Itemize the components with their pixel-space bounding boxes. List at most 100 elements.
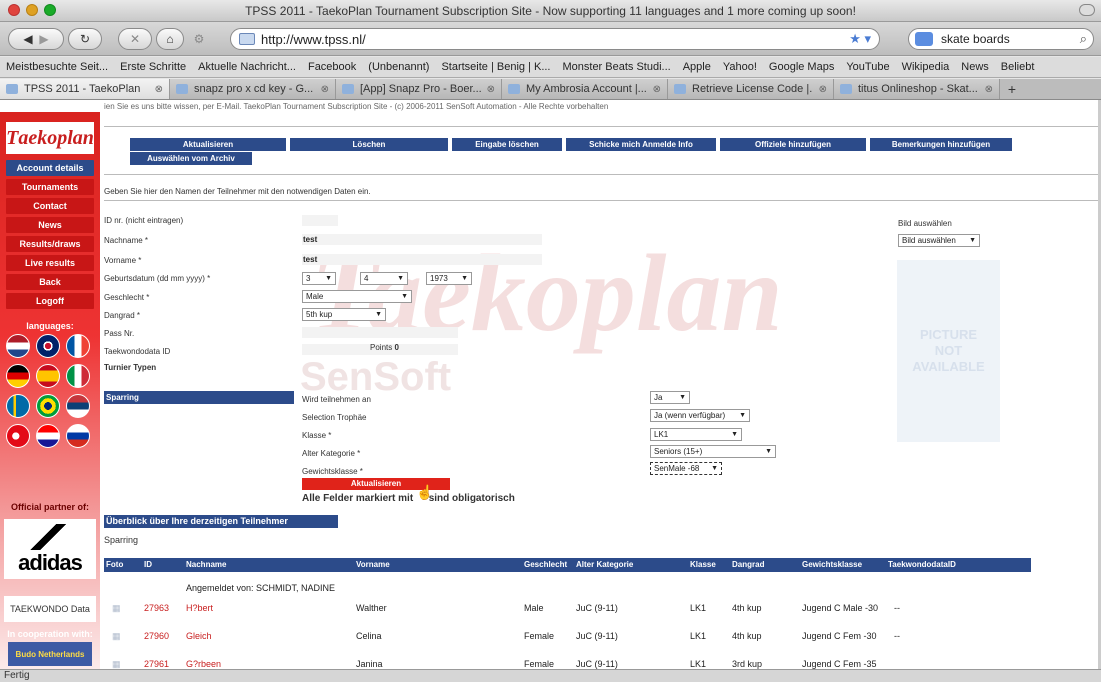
sidebar-item-logoff[interactable]: Logoff — [6, 293, 94, 309]
back-forward-buttons[interactable]: ◀ ▶ — [8, 28, 64, 50]
reload-button[interactable]: ↻ — [68, 28, 102, 50]
geschlecht-select[interactable]: Male ▼ — [302, 290, 412, 303]
browser-tab[interactable]: [App] Snapz Pro - Boer... ⊗ — [336, 79, 502, 99]
cell-id[interactable]: 27960 — [144, 631, 169, 641]
bookmark-item[interactable]: Apple — [683, 61, 711, 73]
vorname-input[interactable] — [302, 254, 542, 265]
bookmark-item[interactable]: Meistbesuchte Seit... — [6, 61, 108, 73]
col-nachname[interactable]: Nachname — [186, 560, 226, 569]
photo-thumbnail-icon[interactable]: ▦ — [112, 659, 122, 669]
dangrad-select[interactable]: 5th kup ▼ — [302, 308, 386, 321]
url-bar[interactable]: http://www.tpss.nl/ ★ ▾ — [230, 28, 880, 50]
anmelde-info-button[interactable]: Schicke mich Anmelde Info — [566, 138, 716, 151]
photo-thumbnail-icon[interactable]: ▦ — [112, 631, 122, 641]
cell-nachname[interactable]: Gleich — [186, 631, 212, 641]
flag-croatia-icon[interactable] — [36, 424, 60, 448]
sidebar-item-contact[interactable]: Contact — [6, 198, 94, 214]
flag-turkey-icon[interactable] — [6, 424, 30, 448]
flag-serbia-icon[interactable] — [66, 394, 90, 418]
birth-year-select[interactable]: 1973 ▼ — [426, 272, 472, 285]
flag-france-icon[interactable] — [66, 334, 90, 358]
birth-day-select[interactable]: 3 ▼ — [302, 272, 336, 285]
sidebar-item-results-draws[interactable]: Results/draws — [6, 236, 94, 252]
sidebar-item-tournaments[interactable]: Tournaments — [6, 179, 94, 195]
selection-select[interactable]: Ja (wenn verfügbar) ▼ — [650, 409, 750, 422]
forward-icon[interactable]: ▶ — [39, 32, 48, 46]
cell-nachname[interactable]: G?rbeen — [186, 659, 221, 669]
offizielle-hinzufuegen-button[interactable]: Offiziele hinzufügen — [720, 138, 866, 151]
bookmark-item[interactable]: Aktuelle Nachricht... — [198, 61, 296, 73]
cell-nachname[interactable]: H?bert — [186, 603, 213, 613]
budo-logo[interactable]: Budo Netherlands — [8, 642, 92, 666]
photo-thumbnail-icon[interactable]: ▦ — [112, 603, 122, 613]
col-id[interactable]: ID — [144, 560, 152, 569]
pass-input[interactable] — [302, 327, 458, 338]
wird-select[interactable]: Ja ▼ — [650, 391, 690, 404]
eingabe-loeschen-button[interactable]: Eingabe löschen — [452, 138, 562, 151]
bookmark-star-icon[interactable]: ★ ▾ — [849, 31, 871, 47]
browser-tab[interactable]: My Ambrosia Account |... ⊗ — [502, 79, 668, 99]
flag-netherlands-icon[interactable] — [6, 334, 30, 358]
klasse-select[interactable]: LK1 ▼ — [650, 428, 742, 441]
bookmark-item[interactable]: Monster Beats Studi... — [562, 61, 670, 73]
tab-close-icon[interactable]: ⊗ — [487, 84, 495, 95]
bild-select[interactable]: Bild auswählen ▼ — [898, 234, 980, 247]
home-button[interactable]: ⌂ — [156, 28, 184, 50]
sidebar-item-news[interactable]: News — [6, 217, 94, 233]
bookmark-item[interactable]: News — [961, 61, 989, 73]
tab-close-icon[interactable]: ⊗ — [155, 84, 163, 95]
bookmark-item[interactable]: Startseite | Benig | K... — [441, 61, 550, 73]
flag-brazil-icon[interactable] — [36, 394, 60, 418]
col-foto[interactable]: Foto — [106, 560, 123, 569]
tab-close-icon[interactable]: ⊗ — [819, 84, 827, 95]
browser-tab[interactable]: titus Onlineshop - Skat... ⊗ — [834, 79, 1000, 99]
search-icon[interactable]: ⌕ — [1080, 31, 1087, 47]
loeschen-button[interactable]: Löschen — [290, 138, 448, 151]
browser-tab[interactable]: Retrieve License Code |... ⊗ — [668, 79, 834, 99]
bookmark-item[interactable]: Erste Schritte — [120, 61, 186, 73]
alter-select[interactable]: Seniors (15+) ▼ — [650, 445, 776, 458]
col-dangrad[interactable]: Dangrad — [732, 560, 764, 569]
bookmark-item[interactable]: Beliebt — [1001, 61, 1035, 73]
taekoplan-logo[interactable]: Taekoplan — [6, 122, 94, 154]
toolbar-toggle-button[interactable] — [1079, 4, 1095, 16]
bemerkungen-button[interactable]: Bemerkungen hinzufügen — [870, 138, 1012, 151]
site-info-button[interactable]: ⚙ — [186, 28, 212, 50]
browser-tab[interactable]: snapz pro x cd key - G... ⊗ — [170, 79, 336, 99]
tab-close-icon[interactable]: ⊗ — [321, 84, 329, 95]
back-icon[interactable]: ◀ — [23, 32, 32, 46]
bookmark-item[interactable]: Google Maps — [769, 61, 834, 73]
flag-italy-icon[interactable] — [66, 364, 90, 388]
google-icon[interactable] — [915, 32, 933, 46]
search-bar[interactable]: skate boards ⌕ — [908, 28, 1094, 50]
flag-germany-icon[interactable] — [6, 364, 30, 388]
col-alter[interactable]: Alter Kategorie — [576, 560, 633, 569]
cell-id[interactable]: 27963 — [144, 603, 169, 613]
new-tab-button[interactable]: + — [1000, 79, 1024, 99]
archiv-button[interactable]: Auswählen vom Archiv — [130, 152, 252, 165]
adidas-logo[interactable]: adidas — [4, 519, 96, 579]
gewicht-select[interactable]: SenMale -68 ▼ — [650, 462, 722, 475]
flag-spain-icon[interactable] — [36, 364, 60, 388]
col-tkdid[interactable]: TaekwondodataID — [888, 560, 956, 569]
bookmark-item[interactable]: YouTube — [846, 61, 889, 73]
nachname-input[interactable] — [302, 234, 542, 245]
flag-uk-icon[interactable] — [36, 334, 60, 358]
tab-close-icon[interactable]: ⊗ — [653, 84, 661, 95]
col-klasse[interactable]: Klasse — [690, 560, 716, 569]
stop-button[interactable]: ✕ — [118, 28, 152, 50]
sidebar-item-back[interactable]: Back — [6, 274, 94, 290]
sidebar-item-account-details[interactable]: Account details — [6, 160, 94, 176]
tab-close-icon[interactable]: ⊗ — [985, 84, 993, 95]
bookmark-item[interactable]: Facebook — [308, 61, 356, 73]
bookmark-item[interactable]: Wikipedia — [902, 61, 950, 73]
col-geschlecht[interactable]: Geschlecht — [524, 560, 567, 569]
sidebar-item-live-results[interactable]: Live results — [6, 255, 94, 271]
browser-tab[interactable]: TPSS 2011 - TaekoPlan ⊗ — [0, 79, 170, 99]
col-gewicht[interactable]: Gewichtsklasse — [802, 560, 862, 569]
cell-id[interactable]: 27961 — [144, 659, 169, 669]
aktualisieren-button[interactable]: Aktualisieren — [130, 138, 286, 151]
taekwondo-data-logo[interactable]: TAEKWONDO Data — [4, 596, 96, 622]
flag-russia-icon[interactable] — [66, 424, 90, 448]
col-vorname[interactable]: Vorname — [356, 560, 390, 569]
